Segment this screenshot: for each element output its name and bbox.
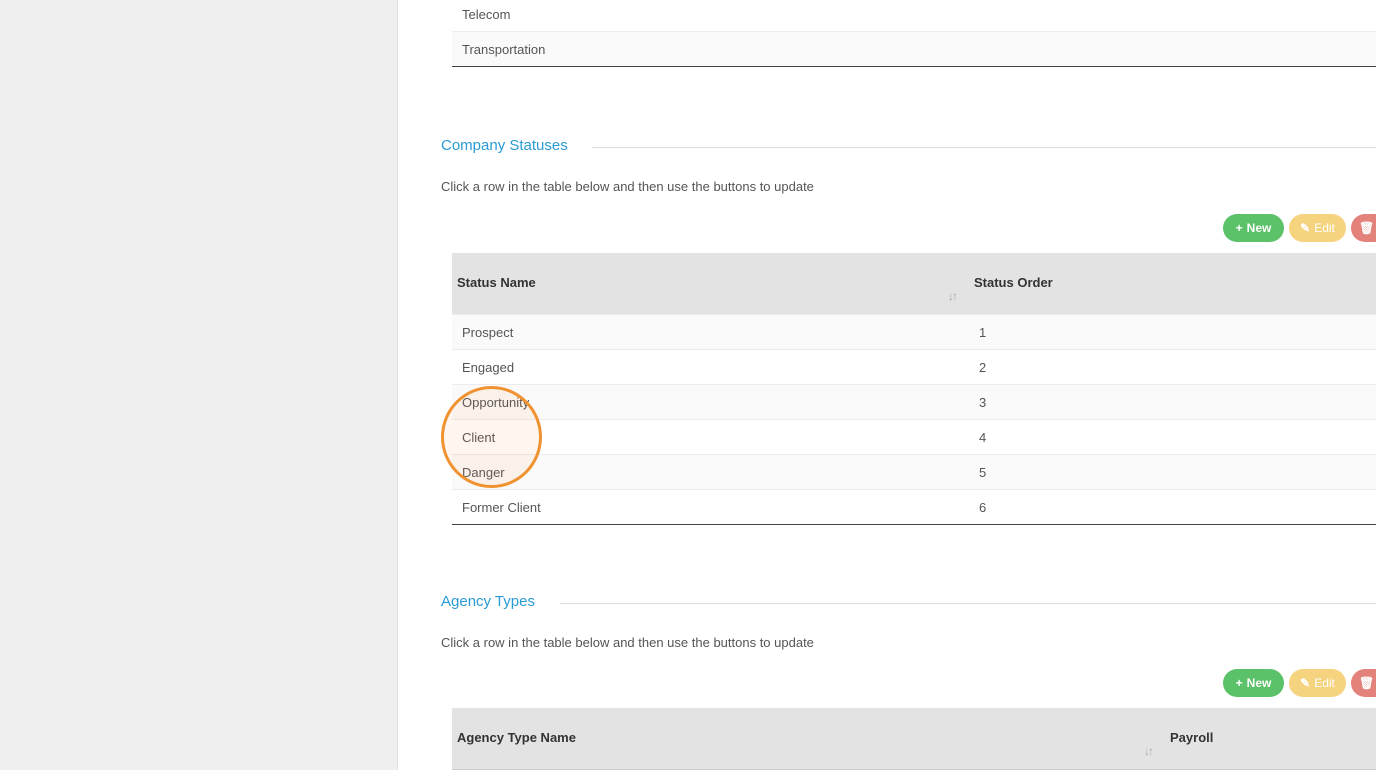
statuses-table-header: Status Name ↓↑ Status Order [452,253,1376,315]
status-name: Former Client [462,500,541,515]
edit-status-button[interactable]: ✎ Edit [1289,214,1346,242]
status-order: 6 [979,500,987,515]
agency-types-table-header: Agency Type Name ↓↑ Payroll [452,708,1376,770]
status-name: Client [462,430,496,445]
status-name: Engaged [462,360,515,375]
status-order: 5 [979,465,987,480]
industries-table: Telecom Transportation [452,0,1376,67]
status-order: 2 [979,360,987,375]
new-status-button[interactable]: + New [1223,214,1284,242]
company-statuses-table: Prospect 1 Engaged 2 Opportunity 3 Clien… [452,314,1376,525]
industry-name: Transportation [462,42,546,57]
table-row[interactable]: Engaged 2 [452,349,1376,384]
trash-icon: 🗑 [1359,676,1375,690]
column-header-agency-type-name[interactable]: Agency Type Name [457,730,576,745]
table-row[interactable]: Opportunity 3 [452,384,1376,419]
plus-icon: + [1235,221,1243,235]
table-row[interactable]: Client 4 [452,419,1376,454]
sort-icon[interactable]: ↓↑ [948,289,958,303]
table-row[interactable]: Transportation [452,31,1376,66]
sort-icon[interactable]: ↓↑ [1144,744,1154,758]
section-divider [592,147,1376,148]
status-order: 4 [979,430,987,445]
company-statuses-hint: Click a row in the table below and then … [441,179,814,194]
edit-agency-type-button[interactable]: ✎ Edit [1289,669,1346,697]
new-agency-type-button[interactable]: + New [1223,669,1284,697]
delete-status-button[interactable]: 🗑 [1351,214,1376,242]
table-row[interactable]: Danger 5 [452,454,1376,489]
column-header-payroll[interactable]: Payroll [1170,730,1213,745]
industry-name: Telecom [462,7,511,22]
table-row[interactable]: Former Client 6 [452,489,1376,524]
main-content: Telecom Transportation Company Statuses … [398,0,1376,770]
status-name: Danger [462,465,505,480]
pencil-icon: ✎ [1300,676,1311,690]
delete-agency-type-button[interactable]: 🗑 [1351,669,1376,697]
column-header-status-order[interactable]: Status Order [974,275,1053,290]
agency-types-hint: Click a row in the table below and then … [441,635,814,650]
trash-icon: 🗑 [1359,221,1375,235]
status-name: Opportunity [462,395,530,410]
left-sidebar [0,0,398,770]
status-name: Prospect [462,325,514,340]
status-order: 3 [979,395,987,410]
column-header-status-name[interactable]: Status Name [457,275,536,290]
status-order: 1 [979,325,987,340]
pencil-icon: ✎ [1300,221,1311,235]
agency-types-title: Agency Types [441,593,535,610]
table-row[interactable]: Prospect 1 [452,314,1376,349]
table-row[interactable]: Telecom [452,0,1376,31]
plus-icon: + [1235,676,1243,690]
company-statuses-title: Company Statuses [441,137,568,154]
section-divider [560,603,1376,604]
